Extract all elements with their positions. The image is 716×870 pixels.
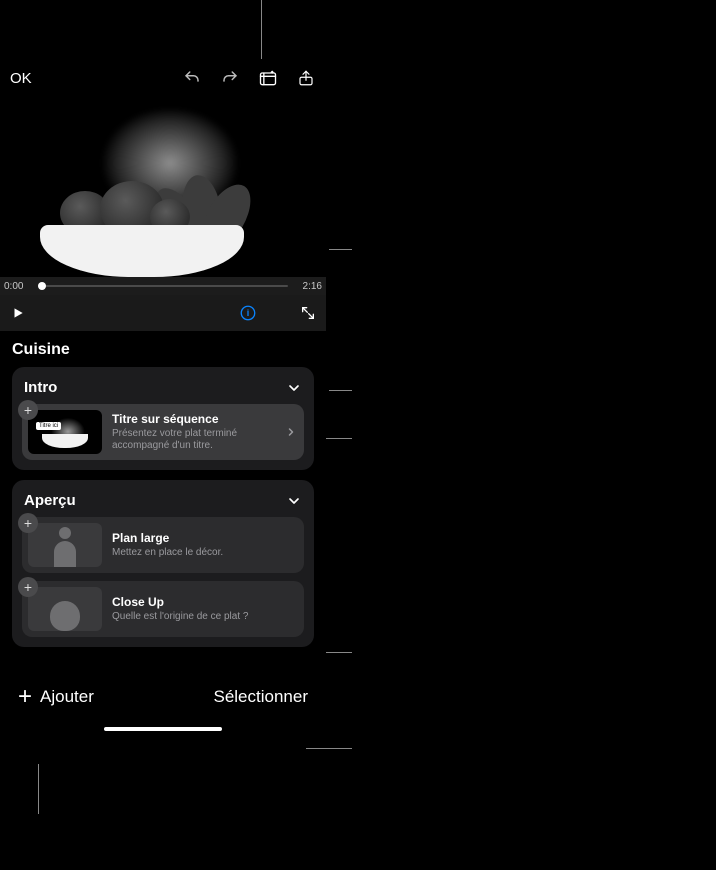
scrubber-thumb[interactable] bbox=[38, 282, 46, 290]
chevron-down-icon[interactable] bbox=[286, 380, 302, 396]
storyboard-icon[interactable] bbox=[258, 68, 278, 88]
shot-description: Présentez votre plat terminé accompagné … bbox=[112, 428, 274, 453]
shot-title: Plan large bbox=[112, 531, 298, 545]
section-header[interactable]: Intro bbox=[22, 375, 304, 404]
phone-frame: OK bbox=[0, 59, 326, 736]
plus-icon: + bbox=[18, 685, 32, 709]
shot-description: Quelle est l'origine de ce plat ? bbox=[112, 611, 298, 624]
section-title: Aperçu bbox=[24, 492, 76, 509]
svg-text:i: i bbox=[247, 308, 250, 318]
shot-item[interactable]: + Plan large Mettez en place le décor. bbox=[22, 517, 304, 573]
plus-icon[interactable]: + bbox=[18, 400, 38, 420]
section-header[interactable]: Aperçu bbox=[22, 488, 304, 517]
add-label: Ajouter bbox=[40, 687, 94, 707]
chevron-down-icon[interactable] bbox=[286, 493, 302, 509]
shot-description: Mettez en place le décor. bbox=[112, 547, 298, 560]
top-toolbar: OK bbox=[0, 59, 326, 97]
project-title: Cuisine bbox=[0, 331, 326, 367]
section-intro: Intro + Titre ici Titre sur séquence Pré… bbox=[12, 367, 314, 470]
callout-line bbox=[38, 764, 39, 814]
select-button[interactable]: Sélectionner bbox=[213, 687, 308, 707]
home-indicator bbox=[0, 722, 326, 736]
time-end: 2:16 bbox=[294, 281, 322, 292]
play-icon[interactable] bbox=[8, 303, 28, 323]
viewer-bowl-graphic bbox=[40, 225, 244, 277]
plus-icon[interactable]: + bbox=[18, 577, 38, 597]
callout-line bbox=[329, 390, 352, 391]
thumbnail-tag: Titre ici bbox=[36, 422, 61, 430]
callout-line bbox=[329, 249, 352, 250]
scrubber-track[interactable] bbox=[38, 285, 288, 287]
undo-icon[interactable] bbox=[182, 68, 202, 88]
add-button[interactable]: + Ajouter bbox=[18, 685, 94, 709]
shot-title: Close Up bbox=[112, 595, 298, 609]
player-controls: i bbox=[0, 295, 326, 331]
plus-icon[interactable]: + bbox=[18, 513, 38, 533]
section-title: Intro bbox=[24, 379, 57, 396]
shot-thumbnail: Titre ici bbox=[28, 410, 102, 454]
sections-list[interactable]: Intro + Titre ici Titre sur séquence Pré… bbox=[0, 367, 326, 672]
shot-thumbnail bbox=[28, 523, 102, 567]
callout-line bbox=[261, 0, 262, 61]
fullscreen-icon[interactable] bbox=[298, 303, 318, 323]
shot-title: Titre sur séquence bbox=[112, 412, 274, 426]
section-apercu: Aperçu + Plan large Mettez en place le d… bbox=[12, 480, 314, 647]
chevron-right-icon[interactable] bbox=[284, 426, 298, 438]
redo-icon[interactable] bbox=[220, 68, 240, 88]
video-viewer[interactable] bbox=[0, 97, 326, 277]
bottom-toolbar: + Ajouter Sélectionner bbox=[0, 672, 326, 722]
ok-button[interactable]: OK bbox=[10, 70, 32, 87]
shot-thumbnail bbox=[28, 587, 102, 631]
share-icon[interactable] bbox=[296, 68, 316, 88]
callout-line bbox=[306, 748, 352, 749]
scrubber[interactable]: 0:00 2:16 bbox=[0, 277, 326, 295]
shot-item[interactable]: + Titre ici Titre sur séquence Présentez… bbox=[22, 404, 304, 460]
time-start: 0:00 bbox=[4, 281, 32, 292]
info-icon[interactable]: i bbox=[238, 303, 258, 323]
shot-item[interactable]: + Close Up Quelle est l'origine de ce pl… bbox=[22, 581, 304, 637]
